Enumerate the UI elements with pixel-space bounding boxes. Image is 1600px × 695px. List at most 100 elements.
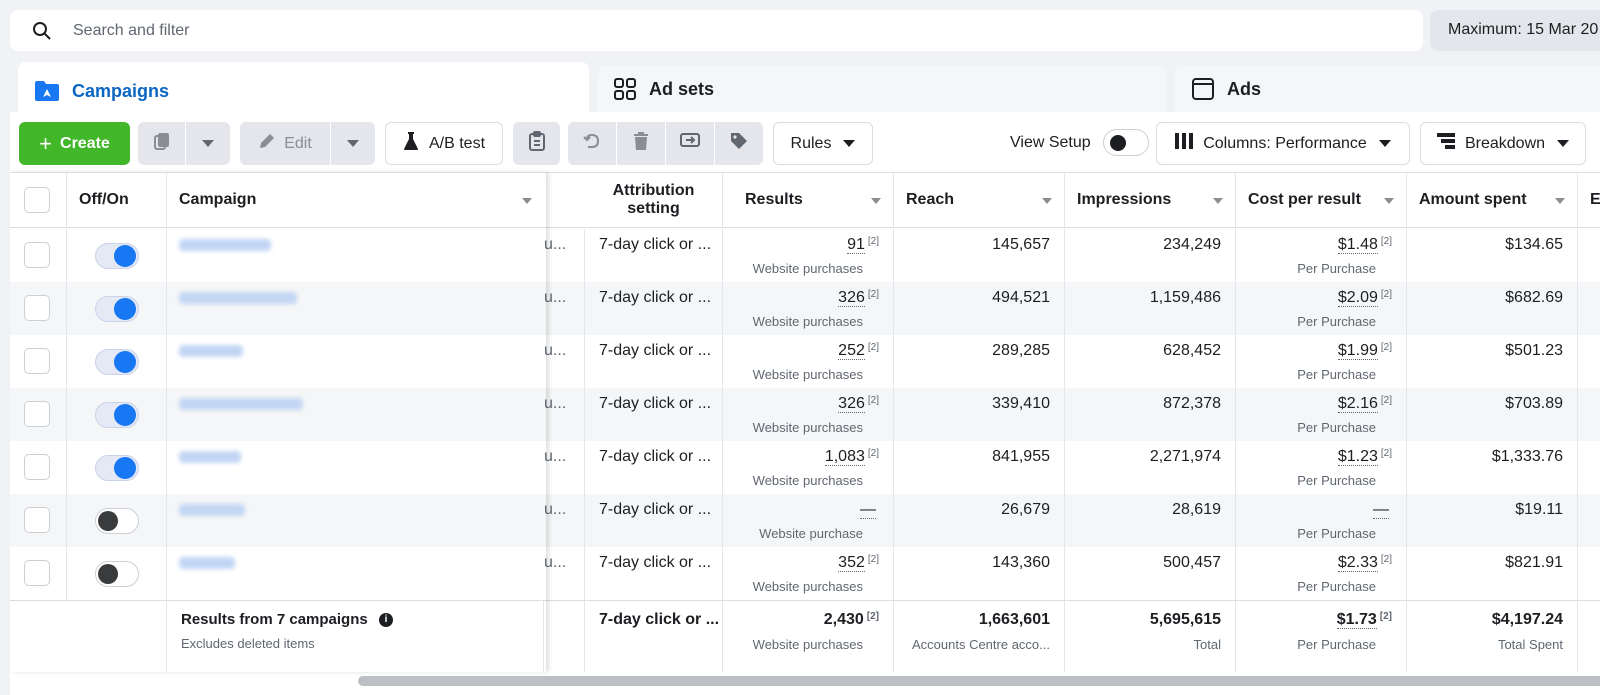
tab-label: Campaigns [72,80,170,101]
header-onoff[interactable]: Off/On [67,173,167,227]
row-checkbox[interactable] [24,401,50,427]
tab-ads[interactable]: Ads [1175,66,1600,112]
row-select-cell [10,494,67,547]
export-button[interactable] [666,122,714,165]
caret-down-icon [202,140,214,147]
row-checkbox[interactable] [24,242,50,268]
campaign-name-redacted[interactable] [179,345,243,357]
campaign-toggle[interactable] [95,243,139,269]
plus-icon: + [39,130,53,156]
header-campaign[interactable]: Campaign [167,173,544,227]
campaign-name-redacted[interactable] [179,239,271,251]
duplicate-icon [152,131,172,156]
tag-button[interactable] [715,122,763,165]
results-value[interactable]: 352 [838,554,865,572]
results-value[interactable]: 326 [838,289,865,307]
campaign-name-cell[interactable] [167,335,544,388]
row-checkbox[interactable] [24,295,50,321]
campaign-name-cell[interactable] [167,229,544,282]
header-next-column[interactable]: E [1578,173,1600,227]
select-all-checkbox[interactable] [24,187,50,213]
sort-caret-icon [1042,198,1052,204]
table-row[interactable]: u... 7-day click or ... 1,083 [2] Website pu… [10,441,1600,494]
next-column-cell [1578,388,1600,441]
table-header: Off/On Campaign Attribution setting Resu… [10,172,1600,228]
campaign-name-redacted[interactable] [179,557,235,569]
row-select-cell [10,388,67,441]
horizontal-scrollbar[interactable] [358,676,1600,686]
results-value[interactable]: 326 [838,395,865,413]
table-row[interactable]: u... 7-day click or ... 252 [2] Website purc… [10,335,1600,388]
results-value[interactable]: 1,083 [824,448,865,466]
header-cost-per-result[interactable]: Cost per result [1236,173,1407,227]
campaign-name-redacted[interactable] [179,451,241,463]
header-amount-spent[interactable]: Amount spent [1407,173,1578,227]
duplicate-button[interactable] [138,122,185,165]
reach-cell: 494,521 [894,282,1065,335]
campaign-toggle[interactable] [95,561,139,587]
campaign-name-redacted[interactable] [179,504,245,516]
header-attribution[interactable]: Attribution setting [585,173,723,227]
edit-dropdown-button[interactable] [331,122,375,165]
cpr-value[interactable]: $1.99 [1337,342,1378,360]
tab-campaigns[interactable]: Campaigns [18,62,589,120]
campaign-name-redacted[interactable] [179,292,297,304]
reach-cell: 339,410 [894,388,1065,441]
cpr-value[interactable]: $2.09 [1337,289,1378,307]
campaign-toggle[interactable] [95,349,139,375]
search-bar[interactable] [10,10,1423,51]
tab-ad-sets[interactable]: Ad sets [597,66,1167,112]
row-checkbox[interactable] [24,560,50,586]
campaign-toggle[interactable] [95,402,139,428]
info-icon[interactable]: i [379,613,393,627]
table-row[interactable]: u... 7-day click or ... — Website purchase 2… [10,494,1600,547]
table-row[interactable]: u... 7-day click or ... 326 [2] Website purc… [10,282,1600,335]
cpr-value[interactable]: — [1373,501,1389,519]
campaign-name-cell[interactable] [167,547,544,600]
table-row[interactable]: u... 7-day click or ... 352 [2] Website purc… [10,547,1600,600]
date-range-picker[interactable]: Maximum: 15 Mar 20 [1430,10,1600,51]
row-checkbox[interactable] [24,348,50,374]
search-input[interactable] [73,21,973,40]
create-button[interactable]: + Create [19,122,130,165]
rules-button[interactable]: Rules [773,122,873,165]
cpr-value[interactable]: $1.23 [1337,448,1378,466]
view-setup-toggle[interactable] [1103,129,1149,156]
header-impressions[interactable]: Impressions [1065,173,1236,227]
breakdown-button[interactable]: Breakdown [1420,122,1586,165]
table-row[interactable]: u... 7-day click or ... 326 [2] Website purc… [10,388,1600,441]
results-value[interactable]: 252 [838,342,865,360]
edit-button[interactable]: Edit [240,122,330,165]
row-select-cell [10,282,67,335]
table-row[interactable]: u... 7-day click or ... 91 [2] Website purch… [10,229,1600,282]
campaign-toggle[interactable] [95,455,139,481]
ab-test-button[interactable]: A/B test [385,122,503,165]
duplicate-dropdown-button[interactable] [186,122,230,165]
caret-down-icon [843,140,856,147]
amount-spent-cell: $1,333.76 [1407,441,1578,494]
results-cell: 91 [2] Website purchases [723,229,894,282]
cpr-value[interactable]: $1.48 [1337,236,1378,254]
campaign-toggle[interactable] [95,296,139,322]
onoff-cell [67,388,167,441]
row-checkbox[interactable] [24,454,50,480]
cpr-value[interactable]: $2.33 [1337,554,1378,572]
campaign-toggle[interactable] [95,508,139,534]
clipboard-button[interactable] [513,122,560,165]
campaign-name-cell[interactable] [167,388,544,441]
row-checkbox[interactable] [24,507,50,533]
campaign-name-cell[interactable] [167,441,544,494]
undo-button[interactable] [568,122,616,165]
delete-button[interactable] [617,122,665,165]
campaign-name-redacted[interactable] [179,398,303,410]
columns-button[interactable]: Columns: Performance [1156,122,1410,165]
cpr-value[interactable]: $2.16 [1337,395,1378,413]
campaign-name-cell[interactable] [167,282,544,335]
results-value[interactable]: — [860,501,876,519]
attribution-cell: 7-day click or ... [585,494,723,547]
results-value[interactable]: 91 [847,236,865,254]
header-results[interactable]: Results [723,173,894,227]
search-icon [32,21,52,41]
header-reach[interactable]: Reach [894,173,1065,227]
campaign-name-cell[interactable] [167,494,544,547]
